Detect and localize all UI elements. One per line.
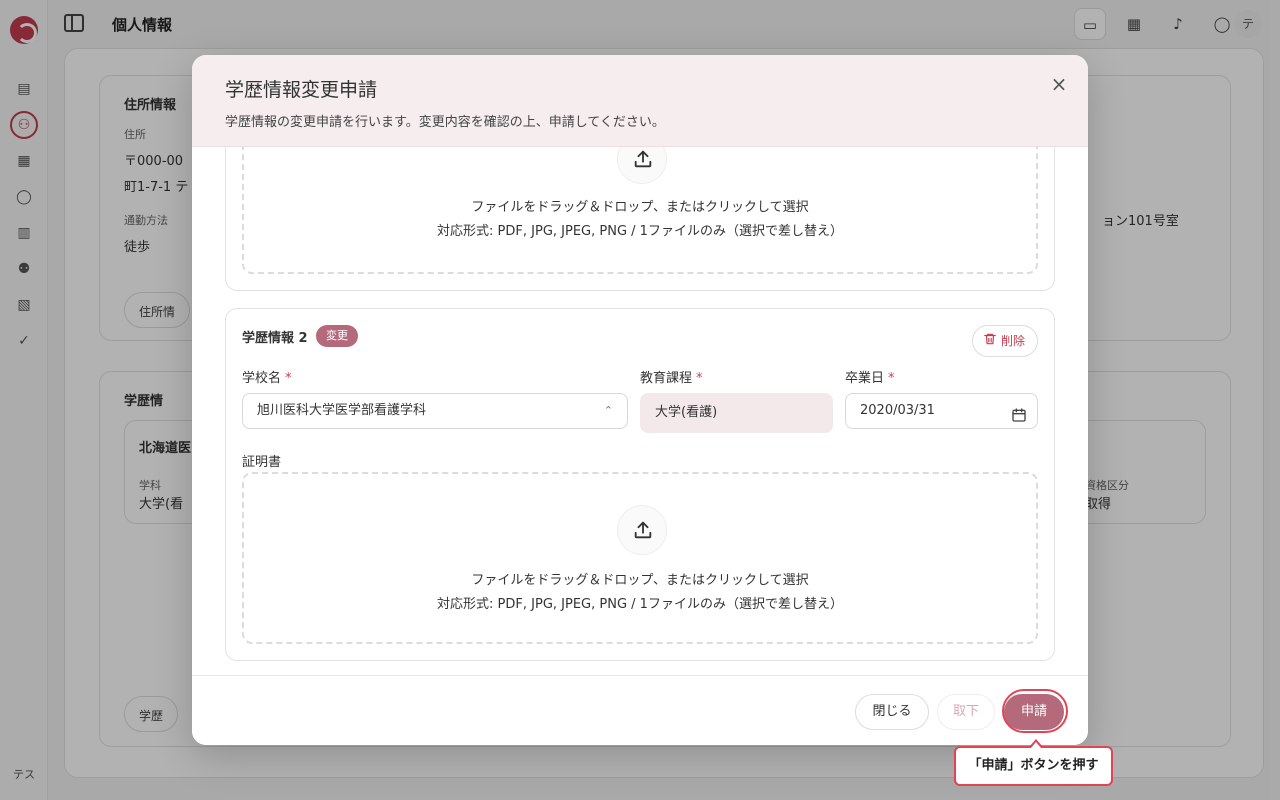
certificate-label: 証明書 [242, 455, 282, 470]
modal-title: 学歴情報変更申請 [225, 79, 378, 101]
modal-header: 学歴情報変更申請 学歴情報の変更申請を行います。変更内容を確認の上、申請してくだ… [192, 55, 1088, 147]
certificate-dropzone-2[interactable]: ファイルをドラッグ＆ドロップ、またはクリックして選択 対応形式: PDF, JP… [242, 472, 1038, 644]
required-mark: * [696, 371, 703, 386]
education-entry-2: 学歴情報 2 変更 削除 学校名 * 旭川医科大学医学部看護学科 ⌃ 教育課程 * … [225, 308, 1055, 661]
required-mark: * [285, 371, 292, 386]
apply-button-highlight [1002, 689, 1068, 733]
upload-icon [617, 147, 667, 184]
change-badge: 変更 [316, 325, 358, 347]
course-label: 教育課程 * [640, 371, 703, 386]
entry-title: 学歴情報 2 [242, 331, 308, 346]
delete-button[interactable]: 削除 [971, 325, 1038, 357]
delete-label: 削除 [1000, 334, 1025, 348]
withdraw-button[interactable]: 取下 [937, 694, 995, 730]
course-value: 大学(看護) [655, 405, 718, 420]
chevron-updown-icon: ⌃ [603, 404, 613, 417]
required-mark: * [888, 371, 895, 386]
instruction-callout: 「申請」ボタンを押す [954, 739, 1113, 786]
dropzone-sub-text: 対応形式: PDF, JPG, JPEG, PNG / 1ファイルのみ（選択で差… [437, 597, 843, 612]
dropzone-main-text: ファイルをドラッグ＆ドロップ、またはクリックして選択 [471, 200, 809, 215]
school-select[interactable]: 旭川医科大学医学部看護学科 ⌃ [242, 393, 628, 429]
dropzone-sub-text: 対応形式: PDF, JPG, JPEG, PNG / 1ファイルのみ（選択で差… [437, 224, 843, 239]
education-entry-1: ファイルをドラッグ＆ドロップ、またはクリックして選択 対応形式: PDF, JP… [225, 147, 1055, 291]
close-icon[interactable]: × [1048, 73, 1070, 95]
graduation-label: 卒業日 * [845, 371, 895, 386]
modal-description: 学歴情報の変更申請を行います。変更内容を確認の上、申請してください。 [225, 115, 665, 130]
close-button[interactable]: 閉じる [855, 694, 929, 730]
certificate-dropzone-1[interactable]: ファイルをドラッグ＆ドロップ、またはクリックして選択 対応形式: PDF, JP… [242, 147, 1038, 274]
modal-body[interactable]: ファイルをドラッグ＆ドロップ、またはクリックして選択 対応形式: PDF, JP… [192, 147, 1088, 675]
modal-footer: 閉じる 取下 申請 [192, 675, 1088, 745]
school-label: 学校名 * [242, 371, 292, 386]
dropzone-main-text: ファイルをドラッグ＆ドロップ、またはクリックして選択 [471, 573, 809, 588]
upload-icon [617, 505, 667, 555]
school-value: 旭川医科大学医学部看護学科 [257, 403, 427, 418]
trash-icon [983, 327, 997, 357]
calendar-icon[interactable] [1011, 403, 1027, 437]
graduation-date-input[interactable]: 2020/03/31 [845, 393, 1038, 429]
course-field: 大学(看護) [640, 393, 833, 433]
graduation-value: 2020/03/31 [860, 403, 935, 418]
education-change-modal: 学歴情報変更申請 学歴情報の変更申請を行います。変更内容を確認の上、申請してくだ… [192, 55, 1088, 745]
